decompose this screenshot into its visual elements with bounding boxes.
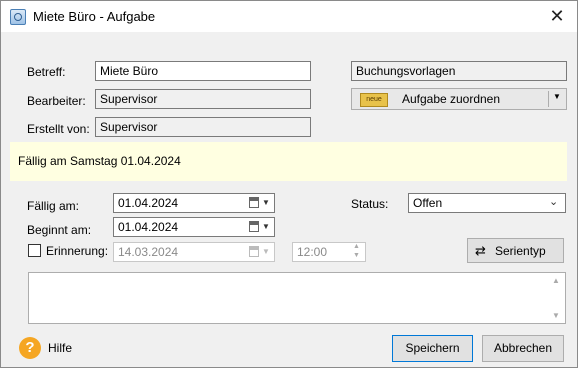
betreff-input[interactable]: Miete Büro — [95, 61, 311, 81]
aufgabe-zuordnen-divider — [548, 91, 549, 107]
faellig-date-value: 01.04.2024 — [118, 196, 179, 210]
help-icon[interactable]: ? — [19, 337, 41, 359]
spin-up-icon: ▲ — [353, 243, 360, 250]
beginnt-date-value: 01.04.2024 — [118, 220, 179, 234]
due-banner-text: Fällig am Samstag 01.04.2024 — [18, 154, 181, 168]
chevron-down-icon[interactable]: ▼ — [262, 218, 270, 236]
serientyp-button[interactable]: ⇄ Serientyp — [467, 238, 564, 263]
notes-scrollbar[interactable]: ▲ ▼ — [549, 273, 565, 323]
due-banner: Fällig am Samstag 01.04.2024 — [10, 142, 567, 181]
aufgabe-zuordnen-label: Aufgabe zuordnen — [401, 92, 501, 106]
help-label[interactable]: Hilfe — [48, 341, 72, 355]
faellig-label: Fällig am: — [27, 199, 80, 213]
scroll-up-icon[interactable]: ▲ — [552, 276, 560, 285]
betreff-label: Betreff: — [27, 65, 66, 79]
title-bar: Miete Büro - Aufgabe ✕ — [1, 1, 577, 32]
notes-textarea[interactable]: ▲ ▼ — [28, 272, 566, 324]
save-button[interactable]: Speichern — [392, 335, 473, 362]
buchungsvorlagen-field[interactable]: Buchungsvorlagen — [351, 61, 567, 81]
app-icon — [10, 9, 26, 25]
status-label: Status: — [351, 197, 389, 211]
task-dialog: Miete Büro - Aufgabe ✕ Betreff: Miete Bü… — [0, 0, 578, 368]
cancel-button[interactable]: Abbrechen — [482, 335, 564, 362]
status-select[interactable]: Offen ⌄ — [408, 193, 566, 213]
close-icon[interactable]: ✕ — [537, 1, 577, 32]
chevron-down-icon[interactable]: ⌄ — [549, 195, 558, 208]
calendar-icon[interactable] — [249, 197, 259, 208]
chevron-down-icon[interactable]: ▼ — [553, 92, 561, 101]
erstellt-field: Supervisor — [95, 117, 311, 137]
status-value: Offen — [413, 196, 443, 210]
erinnerung-date-picker: 14.03.2024 ▼ — [113, 242, 275, 262]
serientyp-label: Serientyp — [495, 244, 546, 258]
erstellt-label: Erstellt von: — [27, 122, 90, 136]
calendar-icon[interactable] — [249, 221, 259, 232]
scroll-down-icon[interactable]: ▼ — [552, 311, 560, 320]
calendar-icon — [249, 246, 259, 257]
erinnerung-time-stepper: 12:00 ▲ ▼ — [292, 242, 366, 262]
erinnerung-label: Erinnerung: — [46, 244, 109, 258]
repeat-icon: ⇄ — [475, 243, 486, 258]
aufgabe-zuordnen-button[interactable]: neue Aufgabe zuordnen ▼ — [351, 88, 567, 110]
spin-down-icon: ▼ — [353, 252, 360, 259]
erinnerung-date-value: 14.03.2024 — [118, 245, 179, 259]
erinnerung-time-value: 12:00 — [297, 245, 328, 259]
bearbeiter-label: Bearbeiter: — [27, 94, 86, 108]
erinnerung-checkbox[interactable] — [28, 244, 41, 257]
window-title: Miete Büro - Aufgabe — [33, 9, 156, 24]
beginnt-date-picker[interactable]: 01.04.2024 ▼ — [113, 217, 275, 237]
chevron-down-icon: ▼ — [262, 247, 270, 256]
bearbeiter-field: Supervisor — [95, 89, 311, 109]
chevron-down-icon[interactable]: ▼ — [262, 194, 270, 212]
faellig-date-picker[interactable]: 01.04.2024 ▼ — [113, 193, 275, 213]
beginnt-label: Beginnt am: — [27, 223, 92, 237]
